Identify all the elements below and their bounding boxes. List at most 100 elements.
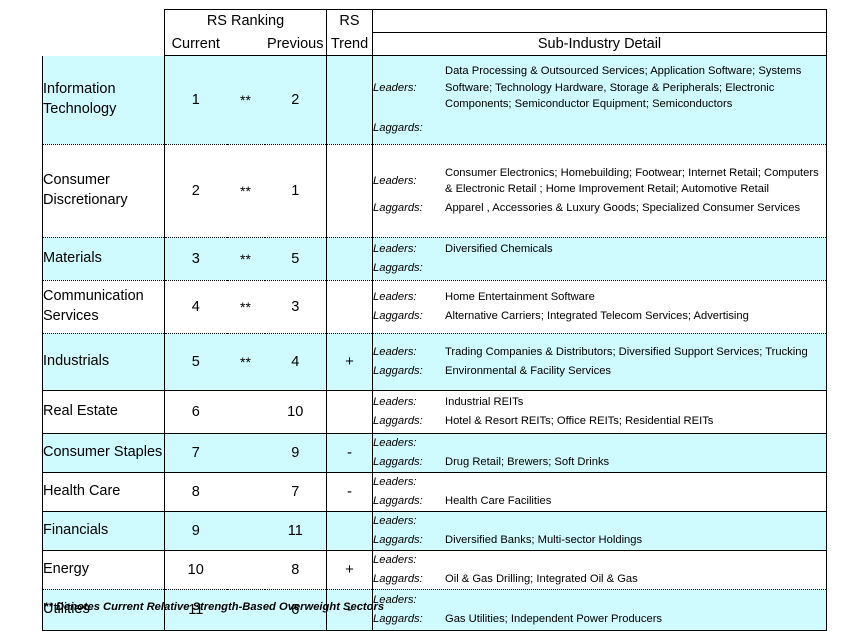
laggards-label: Laggards:	[373, 572, 423, 585]
previous-rank-value: 5	[291, 250, 300, 267]
header-row-bottom: Current Previous Trend Sub-Industry Deta…	[42, 31, 827, 56]
header-row-top: RS Ranking RS	[42, 9, 827, 32]
sector-name-cell: Consumer Discretionary	[42, 143, 165, 237]
laggards-row: Laggards:	[373, 120, 826, 136]
sector-label: Financials	[43, 521, 109, 538]
previous-rank-value: 1	[291, 182, 300, 199]
current-rank-value: 10	[187, 561, 204, 578]
current-rank-cell: 8	[164, 471, 227, 511]
header-corner-blank	[42, 9, 165, 32]
laggards-row: Laggards: Oil & Gas Drilling; Integrated …	[373, 571, 826, 587]
current-rank-value: 5	[191, 353, 200, 370]
header-previous: Previous	[264, 32, 327, 56]
table-row[interactable]: Industrials 5 ** 4 + Leaders: Trading Companie…	[42, 332, 827, 390]
leaders-laggards-table: Leaders: Industrial REITs Laggards: Hotel &…	[373, 394, 826, 429]
table-body: Information Technology 1 ** 2 Leaders: Data P…	[42, 55, 827, 631]
rs-trend-indicator: -	[347, 483, 352, 500]
current-rank-cell: 5	[164, 332, 227, 390]
overweight-asterisks: **	[240, 182, 251, 199]
table-row[interactable]: Information Technology 1 ** 2 Leaders: Data P…	[42, 55, 827, 144]
laggards-label: Laggards:	[373, 121, 423, 134]
laggards-row: Laggards:	[373, 260, 826, 276]
leaders-label: Leaders:	[373, 515, 417, 528]
table-row[interactable]: Consumer Discretionary 2 ** 1 Leaders: Consum…	[42, 143, 827, 237]
leaders-value	[445, 474, 826, 490]
overweight-marker-cell	[226, 471, 265, 511]
overweight-marker-cell	[226, 432, 265, 472]
leaders-value: Home Entertainment Software	[445, 290, 595, 303]
overweight-marker-cell	[226, 549, 265, 589]
leaders-label: Leaders:	[373, 395, 417, 408]
laggards-row: Laggards: Hotel & Resort REITs; Office RE…	[373, 413, 826, 429]
current-rank-value: 1	[191, 91, 200, 108]
laggards-value: Environmental & Facility Services	[445, 365, 612, 377]
leaders-laggards-table: Leaders: Laggards: Gas Utilities; Independ…	[373, 592, 826, 626]
current-rank-cell: 9	[164, 510, 227, 550]
laggards-label: Laggards:	[373, 415, 423, 427]
leaders-laggards-table: Leaders: Consumer Electronics; Homebuildi…	[373, 165, 826, 217]
rs-trend-cell	[326, 510, 373, 550]
previous-rank-value: 7	[291, 483, 300, 500]
previous-rank-value: 9	[291, 444, 300, 461]
leaders-row: Leaders: Trading Companies & Distributors…	[373, 344, 826, 360]
sub-industry-detail-cell: Leaders: Consumer Electronics; Homebuildi…	[372, 143, 827, 237]
current-rank-value: 9	[191, 522, 200, 539]
overweight-asterisks: **	[240, 250, 251, 267]
rs-trend-cell: +	[326, 549, 373, 589]
rs-trend-cell	[326, 279, 373, 333]
table-row[interactable]: Energy 10 8 + Leaders: Laggards: Oil & Gas Dri…	[42, 549, 827, 589]
rs-trend-cell	[326, 236, 373, 280]
rs-trend-cell: -	[326, 432, 373, 472]
overweight-marker-cell: **	[226, 279, 265, 333]
table-row[interactable]: Consumer Staples 7 9 - Leaders: Laggards: Drug…	[42, 432, 827, 472]
relative-strength-sector-table-sheet: RS Ranking RS Current Previous Trend Sub…	[0, 0, 849, 631]
laggards-value	[445, 120, 826, 136]
previous-rank-cell: 9	[264, 432, 327, 472]
sector-label: Energy	[43, 560, 89, 577]
leaders-laggards-table: Leaders: Laggards: Oil & Gas Drilling; Int…	[373, 552, 826, 586]
rs-trend-cell: +	[326, 332, 373, 390]
leaders-row: Leaders: Diversified Chemicals	[373, 241, 826, 257]
sub-industry-detail-cell: Leaders: Laggards: Drug Retail; Brewers; S…	[372, 432, 827, 472]
laggards-value: Diversified Banks; Multi-sector Holdings	[445, 533, 643, 546]
previous-rank-cell: 8	[264, 549, 327, 589]
overweight-marker-cell: **	[226, 332, 265, 390]
leaders-row: Leaders:	[373, 474, 826, 490]
laggards-row: Laggards: Environmental & Facility Servic…	[373, 363, 826, 379]
overweight-marker-cell	[226, 510, 265, 550]
rs-trend-indicator: +	[345, 561, 354, 578]
laggards-row: Laggards: Diversified Banks; Multi-sector…	[373, 532, 826, 548]
rs-trend-cell	[326, 55, 373, 144]
table-row[interactable]: Communication Services 4 ** 3 Leaders: Home E…	[42, 279, 827, 333]
previous-rank-cell: 11	[264, 510, 327, 550]
sub-industry-detail-cell: Leaders: Trading Companies & Distributors…	[372, 332, 827, 390]
sub-industry-detail-cell: Leaders: Data Processing & Outsourced Ser…	[372, 55, 827, 144]
sector-name-cell: Health Care	[42, 471, 165, 511]
table-row[interactable]: Materials 3 ** 5 Leaders: Diversified Chemica…	[42, 236, 827, 280]
header-sub-industry-detail: Sub-Industry Detail	[372, 31, 827, 56]
sector-name-cell: Industrials	[42, 332, 165, 390]
table-row[interactable]: Real Estate 6 10 Leaders: Industrial REITs La…	[42, 389, 827, 433]
table-row[interactable]: Health Care 8 7 - Leaders: Laggards: Health Ca…	[42, 471, 827, 511]
leaders-value	[445, 592, 826, 608]
leaders-laggards-table: Leaders: Laggards: Diversified Banks; Mult…	[373, 513, 826, 547]
leaders-laggards-table: Leaders: Home Entertainment Software Lagga…	[373, 289, 826, 324]
laggards-label: Laggards:	[373, 455, 423, 468]
rs-trend-indicator: -	[347, 444, 352, 461]
laggards-row: Laggards: Drug Retail; Brewers; Soft Drin…	[373, 454, 826, 470]
laggards-label: Laggards:	[373, 533, 423, 546]
rs-trend-indicator: +	[345, 353, 354, 370]
laggards-value: Apparel , Accessories & Luxury Goods; Sp…	[445, 202, 801, 215]
laggards-value: Hotel & Resort REITs; Office REITs; Resi…	[445, 415, 714, 427]
previous-rank-value: 11	[287, 522, 303, 539]
laggards-row: Laggards: Health Care Facilities	[373, 493, 826, 509]
previous-rank-cell: 2	[264, 55, 327, 144]
leaders-row: Leaders: Industrial REITs	[373, 394, 826, 410]
laggards-label: Laggards:	[373, 202, 423, 215]
table-row[interactable]: Financials 9 11 Leaders: Laggards: Diversifie…	[42, 510, 827, 550]
leaders-row: Leaders:	[373, 552, 826, 568]
current-rank-cell: 2	[164, 143, 227, 237]
previous-rank-value: 4	[291, 353, 300, 370]
sub-industry-detail-cell: Leaders: Home Entertainment Software Lagga…	[372, 279, 827, 333]
sector-label: Consumer Discretionary	[43, 171, 128, 208]
